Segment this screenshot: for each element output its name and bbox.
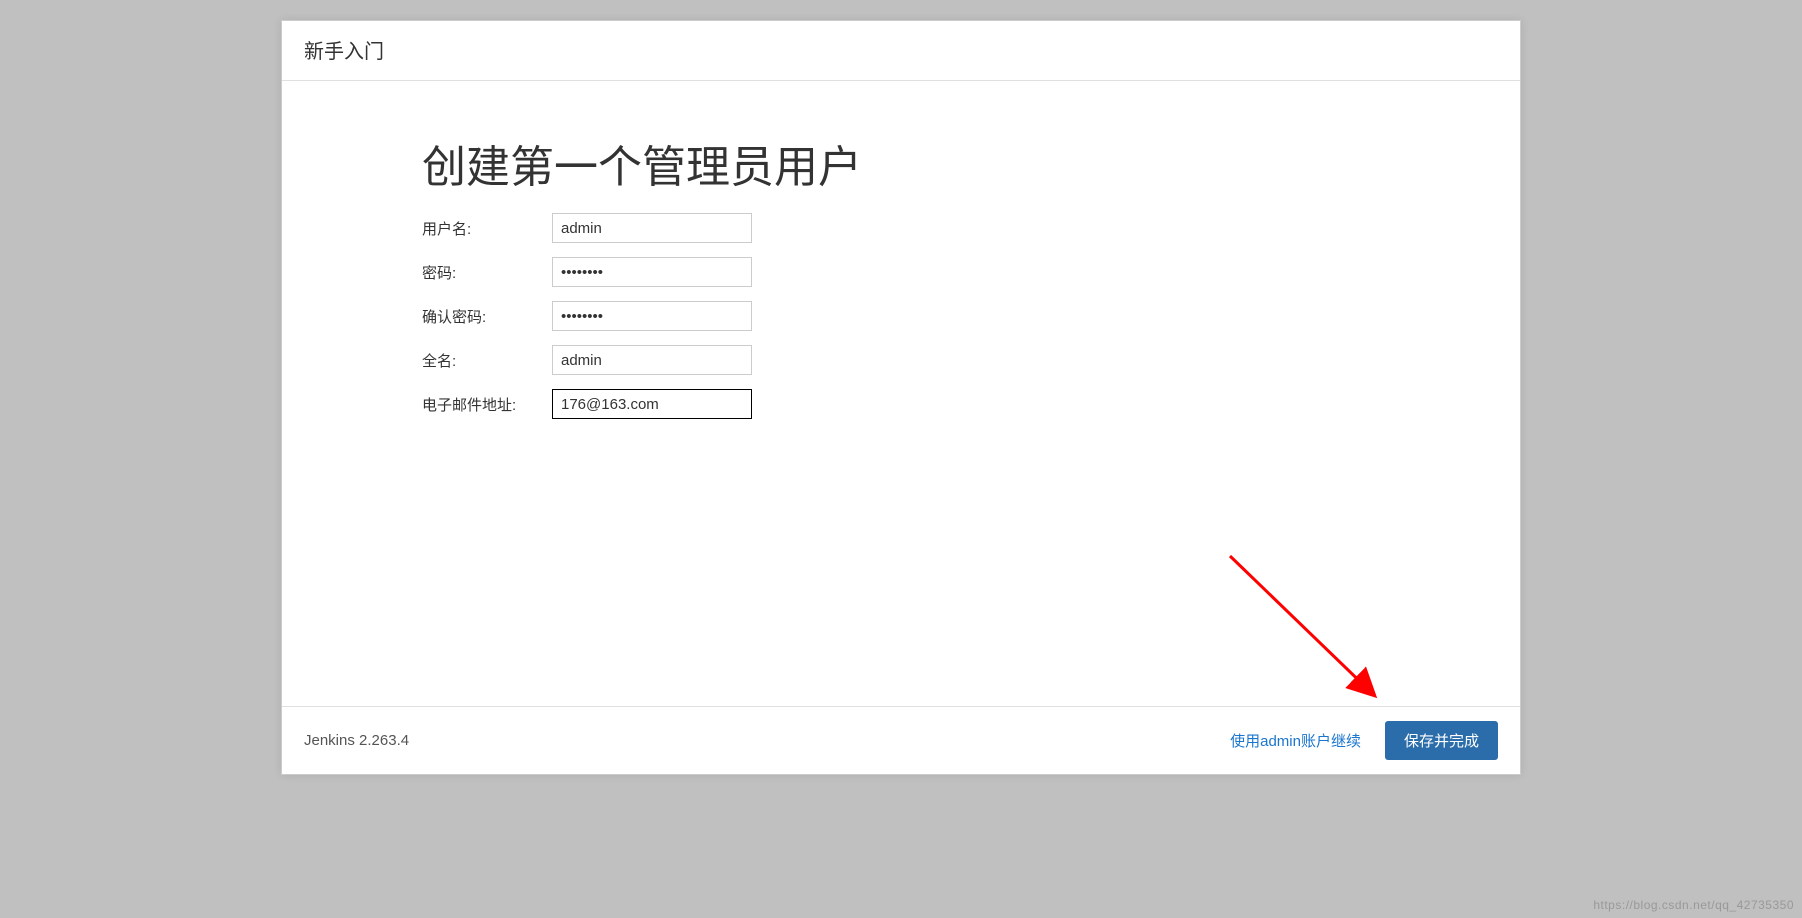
form-title: 创建第一个管理员用户 — [422, 131, 1380, 195]
confirm-password-input[interactable] — [552, 301, 752, 331]
modal-body: 创建第一个管理员用户 用户名: 密码: 确认密码: 全名: 电子邮件地址: — [282, 81, 1520, 706]
email-input[interactable] — [552, 389, 752, 419]
watermark-text: https://blog.csdn.net/qq_42735350 — [1593, 898, 1794, 912]
setup-wizard-modal: 新手入门 创建第一个管理员用户 用户名: 密码: 确认密码: 全名: 电子邮件地… — [281, 20, 1521, 775]
version-text: Jenkins 2.263.4 — [304, 732, 409, 749]
modal-title: 新手入门 — [304, 41, 384, 63]
label-password: 密码: — [422, 262, 552, 283]
row-email: 电子邮件地址: — [422, 389, 1380, 419]
label-fullname: 全名: — [422, 350, 552, 371]
footer-actions: 使用admin账户继续 保存并完成 — [1230, 721, 1498, 760]
row-confirm-password: 确认密码: — [422, 301, 1380, 331]
row-username: 用户名: — [422, 213, 1380, 243]
label-username: 用户名: — [422, 218, 552, 239]
row-password: 密码: — [422, 257, 1380, 287]
label-confirm-password: 确认密码: — [422, 306, 552, 327]
label-email: 电子邮件地址: — [422, 394, 552, 415]
modal-header: 新手入门 — [282, 21, 1520, 81]
row-fullname: 全名: — [422, 345, 1380, 375]
modal-footer: Jenkins 2.263.4 使用admin账户继续 保存并完成 — [282, 706, 1520, 774]
fullname-input[interactable] — [552, 345, 752, 375]
skip-admin-link[interactable]: 使用admin账户继续 — [1230, 730, 1361, 751]
username-input[interactable] — [552, 213, 752, 243]
password-input[interactable] — [552, 257, 752, 287]
save-and-finish-button[interactable]: 保存并完成 — [1385, 721, 1498, 760]
